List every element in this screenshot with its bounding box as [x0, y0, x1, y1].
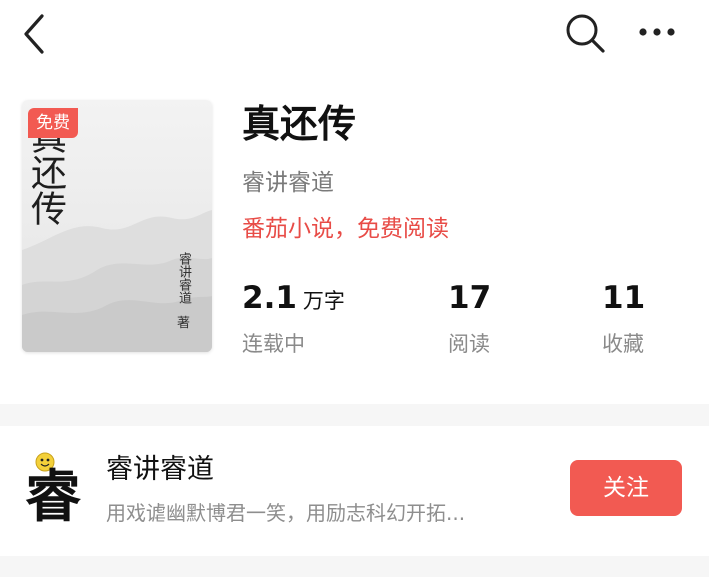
chevron-left-icon[interactable]	[18, 12, 52, 56]
promo-text: 番茄小说，免费阅读	[242, 216, 449, 242]
author-name[interactable]: 睿讲睿道	[106, 452, 214, 488]
serial-status-label: 连载中	[242, 332, 305, 356]
top-nav-bar	[0, 0, 709, 70]
avatar[interactable]: 睿	[20, 452, 86, 532]
section-divider	[0, 404, 709, 426]
avatar-character: 睿	[25, 464, 81, 530]
word-count-number: 2.1	[242, 280, 297, 316]
author-description: 用戏谑幽默博君一笑，用励志科幻开拓...	[106, 501, 466, 525]
section-divider-bottom	[0, 556, 709, 577]
word-count-unit: 万字	[302, 289, 345, 313]
book-title: 真还传	[242, 102, 357, 146]
free-badge: 免费	[28, 108, 78, 138]
favorite-count-value: 11	[602, 280, 646, 316]
word-count-value: 2.1 万字	[242, 278, 345, 321]
cover-author: 睿讲睿道	[176, 252, 191, 304]
book-author[interactable]: 睿讲睿道	[242, 166, 334, 200]
cover-author-suffix: 著	[177, 316, 191, 331]
follow-button[interactable]: 关注	[570, 460, 682, 516]
search-icon[interactable]	[562, 10, 608, 56]
favorite-count-label: 收藏	[602, 332, 644, 356]
more-horizontal-icon[interactable]	[634, 14, 680, 50]
read-count-value: 17	[448, 280, 492, 316]
read-count-label: 阅读	[448, 332, 490, 356]
